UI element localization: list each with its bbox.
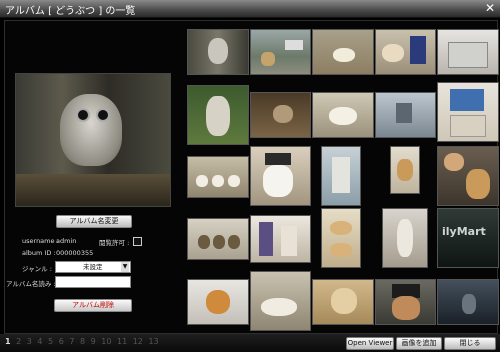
delete-album-button[interactable]: アルバム削除 xyxy=(54,299,132,312)
page-link-5[interactable]: 5 xyxy=(48,337,53,346)
chevron-down-icon: ▼ xyxy=(121,262,129,272)
page-link-8[interactable]: 8 xyxy=(80,337,85,346)
username-value: admin xyxy=(56,237,77,245)
thumbnail[interactable] xyxy=(321,146,361,206)
thumbnail[interactable] xyxy=(437,29,499,75)
genre-select-value: 未設定 xyxy=(83,263,103,271)
thumbnail[interactable] xyxy=(250,271,311,331)
add-image-button[interactable]: 画像を追加 xyxy=(396,337,442,350)
page-link-11[interactable]: 11 xyxy=(117,337,127,346)
page-link-3[interactable]: 3 xyxy=(27,337,32,346)
title-bar: アルバム [ どうぶつ ] の一覧 ✕ xyxy=(0,0,500,18)
owl-figure xyxy=(60,94,122,166)
page-link-13[interactable]: 13 xyxy=(148,337,158,346)
thumbnail[interactable] xyxy=(375,29,436,75)
rename-album-button[interactable]: アルバム名変更 xyxy=(56,215,132,228)
thumbnail[interactable] xyxy=(390,146,420,194)
thumbnail[interactable] xyxy=(187,85,249,145)
page-link-7[interactable]: 7 xyxy=(69,337,74,346)
thumbnail[interactable] xyxy=(321,208,361,268)
page-link-4[interactable]: 4 xyxy=(37,337,42,346)
album-id-label: album ID : xyxy=(22,249,56,257)
thumbnail[interactable] xyxy=(312,279,374,325)
album-cover-image xyxy=(15,73,171,207)
thumbnail-grid: ilyMart xyxy=(187,29,499,331)
thumbnail[interactable] xyxy=(375,279,436,325)
thumbnail[interactable] xyxy=(250,29,311,75)
genre-select[interactable]: 未設定 ▼ xyxy=(55,261,131,273)
branch xyxy=(16,174,170,206)
page-link-12[interactable]: 12 xyxy=(133,337,143,346)
thumbnail[interactable] xyxy=(437,279,499,325)
thumbnail[interactable] xyxy=(187,156,249,198)
thumbnail[interactable] xyxy=(312,92,374,138)
thumbnail[interactable] xyxy=(187,29,249,75)
thumbnail[interactable] xyxy=(437,146,499,206)
permission-checkbox[interactable] xyxy=(133,237,142,246)
page-link-6[interactable]: 6 xyxy=(59,337,64,346)
open-viewer-button[interactable]: Open Viewer xyxy=(346,337,394,350)
album-id-value: 000000355 xyxy=(56,249,94,257)
genre-label: ジャンル : xyxy=(22,265,52,273)
thumbnail[interactable] xyxy=(250,92,311,138)
thumbnail[interactable] xyxy=(187,218,249,260)
thumbnail[interactable] xyxy=(312,29,374,75)
page-link-10[interactable]: 10 xyxy=(101,337,111,346)
owl-eye-left xyxy=(76,108,90,122)
thumbnail[interactable] xyxy=(375,92,436,138)
thumbnail[interactable] xyxy=(437,82,499,142)
thumbnail[interactable]: ilyMart xyxy=(437,208,499,268)
page-link-9[interactable]: 9 xyxy=(91,337,96,346)
thumbnail[interactable] xyxy=(382,208,428,268)
page-link-2[interactable]: 2 xyxy=(16,337,21,346)
username-label: username : xyxy=(22,237,59,245)
pagination: 1 2 3 4 5 6 7 8 9 10 11 12 13 xyxy=(5,337,162,346)
window-title: アルバム [ どうぶつ ] の一覧 xyxy=(5,6,136,17)
permission-label: 閲覧許可 : xyxy=(99,239,130,247)
thumbnail[interactable] xyxy=(250,146,311,206)
close-button[interactable]: 閉じる xyxy=(444,337,496,350)
footer-bar: 1 2 3 4 5 6 7 8 9 10 11 12 13 Open Viewe… xyxy=(0,334,500,352)
owl-eye-right xyxy=(96,108,110,122)
close-icon[interactable]: ✕ xyxy=(485,1,495,15)
thumbnail[interactable] xyxy=(250,215,311,263)
thumbnail[interactable] xyxy=(187,279,249,325)
yomi-label: アルバム名読み : xyxy=(6,280,56,288)
yomi-input[interactable] xyxy=(55,276,131,288)
page-link-1[interactable]: 1 xyxy=(5,337,11,346)
